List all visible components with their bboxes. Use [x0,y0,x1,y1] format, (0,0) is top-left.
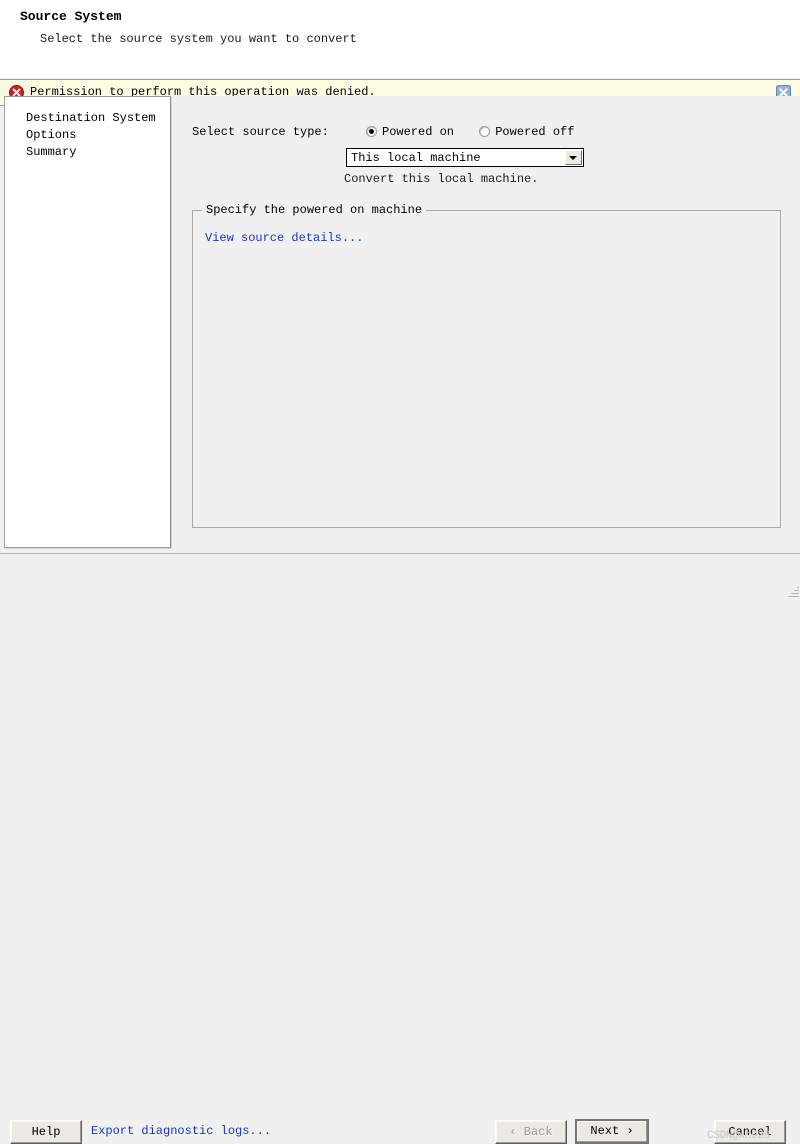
cancel-button[interactable]: Cancel [714,1120,786,1144]
radio-dot-icon [479,126,491,137]
chevron-down-glyph [569,156,577,160]
sidebar-items: Destination System Options Summary [5,97,170,161]
back-button: ‹ Back [495,1120,567,1144]
wizard-footer: Help Export diagnostic logs... ‹ Back Ne… [0,554,800,1144]
wizard-header: Source System Select the source system y… [0,0,800,78]
resize-grip[interactable] [785,585,799,599]
groupbox-legend: Specify the powered on machine [202,203,427,217]
help-button[interactable]: Help [10,1120,82,1144]
source-type-radio-group: Powered on Powered off [366,124,592,142]
source-type-row: Select source type: Powered on Powered o… [192,124,792,142]
page-title: Source System [20,9,122,24]
radio-powered-on[interactable]: Powered on [366,124,454,140]
source-machine-hint: Convert this local machine. [344,172,539,186]
wizard-step-list: Destination System Options Summary [4,96,171,548]
sidebar-item-options[interactable]: Options [5,127,170,144]
sidebar-item-destination-system[interactable]: Destination System [5,110,170,127]
radio-dot-icon [366,126,377,137]
page-subtitle: Select the source system you want to con… [40,32,357,46]
radio-powered-off[interactable]: Powered off [479,124,574,140]
radio-powered-on-label: Powered on [382,125,455,139]
next-button[interactable]: Next › [575,1119,649,1144]
sidebar-item-summary[interactable]: Summary [5,144,170,161]
source-machine-value: This local machine [351,151,481,165]
powered-on-machine-groupbox: Specify the powered on machine View sour… [192,203,781,528]
export-diagnostic-logs-link[interactable]: Export diagnostic logs... [91,1124,271,1138]
source-machine-dropdown[interactable]: This local machine [346,148,584,167]
view-source-details-link[interactable]: View source details... [205,231,363,245]
radio-powered-off-label: Powered off [495,125,575,139]
wizard-content: Select source type: Powered on Powered o… [172,96,800,548]
source-type-label: Select source type: [192,125,329,139]
chevron-down-icon[interactable] [565,150,582,165]
wizard-window: Source System Select the source system y… [0,0,800,1144]
